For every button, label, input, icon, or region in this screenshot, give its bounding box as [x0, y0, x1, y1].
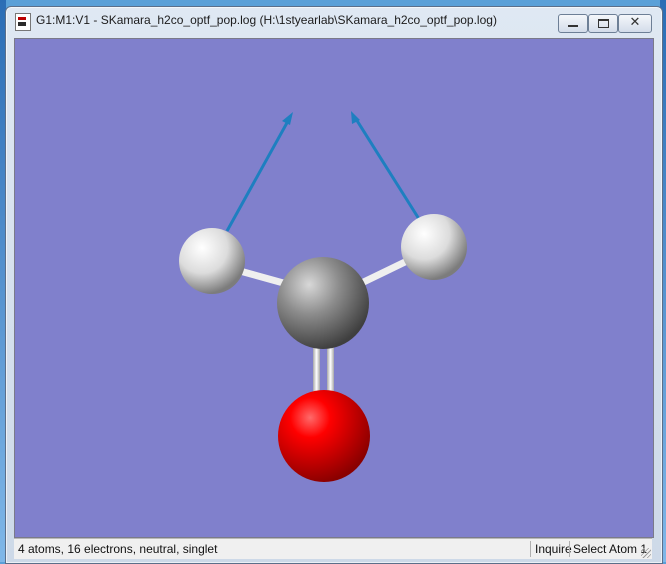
displacement-vector-left	[225, 112, 293, 232]
molecule-viewport[interactable]	[14, 38, 654, 538]
status-divider	[530, 541, 531, 557]
atom-oxygen[interactable]	[278, 390, 370, 482]
molecule-summary: 4 atoms, 16 electrons, neutral, singlet	[18, 542, 218, 556]
status-divider	[569, 541, 570, 557]
mouse-mode: Inquire	[535, 542, 572, 556]
displacement-vector-right	[351, 111, 421, 220]
gaussview-app-icon[interactable]	[15, 13, 31, 31]
atom-hydrogen-left[interactable]	[179, 228, 245, 294]
atom-carbon[interactable]	[277, 257, 369, 349]
close-button[interactable]: ✕	[618, 14, 652, 33]
resize-grip[interactable]	[641, 548, 651, 558]
current-action: Select Atom 1	[573, 542, 648, 556]
status-bar: 4 atoms, 16 electrons, neutral, singlet …	[14, 538, 652, 559]
close-icon: ✕	[629, 15, 641, 30]
molecule-render[interactable]	[15, 39, 653, 537]
maximize-button[interactable]	[588, 14, 618, 33]
title-bar[interactable]: G1:M1:V1 - SKamara_h2co_optf_pop.log (H:…	[6, 7, 662, 35]
minimize-button[interactable]	[558, 14, 588, 33]
window-title: G1:M1:V1 - SKamara_h2co_optf_pop.log (H:…	[36, 13, 497, 27]
atom-hydrogen-right[interactable]	[401, 214, 467, 280]
molecule-view-window: G1:M1:V1 - SKamara_h2co_optf_pop.log (H:…	[5, 6, 663, 564]
